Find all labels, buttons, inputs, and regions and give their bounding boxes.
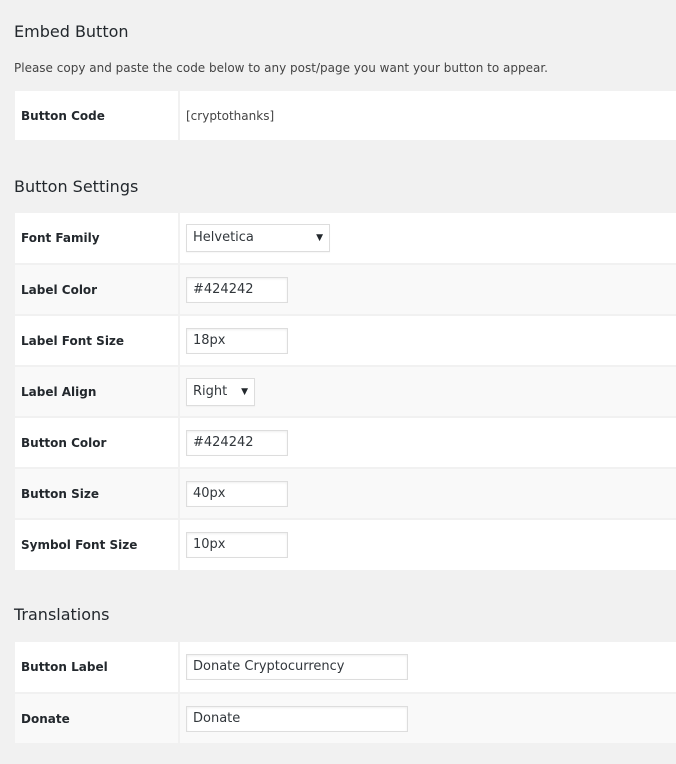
chevron-down-icon: ▼ [316, 233, 323, 243]
label-font-size-input[interactable]: 18px [186, 327, 288, 354]
label-align-select[interactable]: Right ▼ [186, 377, 255, 406]
settings-table: Font Family Helvetica ▼ Label Color #424… [15, 213, 676, 570]
settings-section-title: Button Settings [14, 177, 139, 196]
label-color-label: Label Color [15, 264, 180, 316]
button-color-input[interactable]: #424242 [186, 429, 288, 456]
label-font-size-row: Label Font Size 18px [15, 315, 676, 367]
font-family-label: Font Family [15, 213, 180, 265]
label-color-input[interactable]: #424242 [186, 276, 288, 303]
label-font-size-label: Label Font Size [15, 315, 180, 367]
embed-section-title: Embed Button [14, 22, 129, 41]
font-family-selected: Helvetica [193, 230, 254, 245]
settings-page: Embed Button Please copy and paste the c… [0, 0, 676, 764]
donate-input[interactable]: Donate [186, 705, 408, 732]
button-code-value[interactable]: [cryptothanks] [186, 109, 274, 123]
label-align-row: Label Align Right ▼ [15, 366, 676, 418]
button-label-label: Button Label [15, 642, 180, 694]
donate-row: Donate Donate [15, 693, 676, 743]
font-family-select[interactable]: Helvetica ▼ [186, 224, 330, 252]
label-color-row: Label Color #424242 [15, 264, 676, 316]
button-size-label: Button Size [15, 468, 180, 520]
translations-table: Button Label Donate Cryptocurrency Donat… [15, 642, 676, 743]
button-code-row: Button Code [cryptothanks] [15, 91, 676, 140]
embed-table: Button Code [cryptothanks] [15, 91, 676, 140]
button-label-row: Button Label Donate Cryptocurrency [15, 642, 676, 694]
translations-section-title: Translations [14, 605, 110, 624]
button-code-label: Button Code [15, 91, 180, 140]
donate-label: Donate [15, 693, 180, 743]
button-color-label: Button Color [15, 417, 180, 469]
button-size-input[interactable]: 40px [186, 480, 288, 507]
symbol-font-size-row: Symbol Font Size 10px [15, 519, 676, 570]
chevron-down-icon: ▼ [241, 386, 248, 397]
label-align-selected: Right [193, 383, 228, 399]
button-label-input[interactable]: Donate Cryptocurrency [186, 654, 408, 680]
symbol-font-size-input[interactable]: 10px [186, 532, 288, 558]
font-family-row: Font Family Helvetica ▼ [15, 213, 676, 265]
symbol-font-size-label: Symbol Font Size [15, 519, 180, 570]
button-size-row: Button Size 40px [15, 468, 676, 520]
button-color-row: Button Color #424242 [15, 417, 676, 469]
embed-description: Please copy and paste the code below to … [14, 61, 548, 75]
label-align-label: Label Align [15, 366, 180, 418]
